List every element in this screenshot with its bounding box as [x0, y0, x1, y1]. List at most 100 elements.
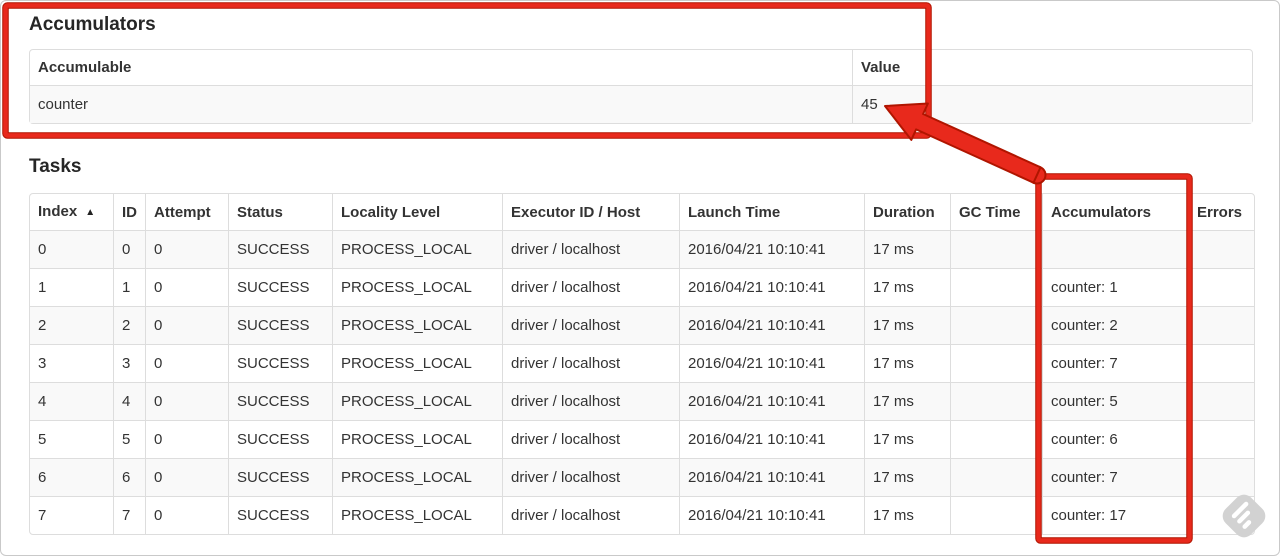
table-cell: counter: 7: [1042, 458, 1188, 496]
table-cell: 4: [113, 382, 145, 420]
table-cell: driver / localhost: [502, 458, 679, 496]
table-cell: PROCESS_LOCAL: [332, 382, 502, 420]
table-cell: [1188, 496, 1254, 534]
table-cell: PROCESS_LOCAL: [332, 230, 502, 268]
table-cell: 45: [852, 85, 1252, 123]
table-cell: 0: [145, 458, 228, 496]
table-cell: [950, 382, 1042, 420]
table-cell: PROCESS_LOCAL: [332, 420, 502, 458]
table-header-row: Accumulable Value: [30, 50, 1252, 85]
accumulators-table: Accumulable Value counter 45: [29, 49, 1253, 124]
table-cell: 0: [145, 230, 228, 268]
table-cell: 17 ms: [864, 268, 950, 306]
table-cell: PROCESS_LOCAL: [332, 344, 502, 382]
column-header-gc-time[interactable]: GC Time: [950, 194, 1042, 230]
table-cell: 6: [113, 458, 145, 496]
table-cell: 0: [145, 420, 228, 458]
table-cell: counter: 2: [1042, 306, 1188, 344]
table-cell: 3: [30, 344, 113, 382]
table-cell: PROCESS_LOCAL: [332, 268, 502, 306]
table-cell: counter: 17: [1042, 496, 1188, 534]
table-row: counter 45: [30, 85, 1252, 123]
table-cell: driver / localhost: [502, 382, 679, 420]
table-cell: 1: [113, 268, 145, 306]
table-cell: 5: [113, 420, 145, 458]
table-cell: [1188, 230, 1254, 268]
table-cell: [950, 420, 1042, 458]
table-cell: driver / localhost: [502, 306, 679, 344]
table-cell: PROCESS_LOCAL: [332, 496, 502, 534]
table-cell: [1188, 420, 1254, 458]
table-row: 1 1 0 SUCCESS PROCESS_LOCAL driver / localhos…: [30, 268, 1254, 306]
table-cell: driver / localhost: [502, 496, 679, 534]
table-row: 3 3 0 SUCCESS PROCESS_LOCAL driver / localhos…: [30, 344, 1254, 382]
column-header-duration[interactable]: Duration: [864, 194, 950, 230]
table-cell: 6: [30, 458, 113, 496]
page-content: Accumulators Accumulable Value counter 45 …: [1, 13, 1279, 535]
table-cell: counter: 1: [1042, 268, 1188, 306]
column-header-attempt[interactable]: Attempt: [145, 194, 228, 230]
table-row: 6 6 0 SUCCESS PROCESS_LOCAL driver / localhos…: [30, 458, 1254, 496]
table-cell: 0: [145, 268, 228, 306]
table-cell: 0: [30, 230, 113, 268]
table-row: 7 7 0 SUCCESS PROCESS_LOCAL driver / localhos…: [30, 496, 1254, 534]
table-cell: driver / localhost: [502, 268, 679, 306]
table-cell: SUCCESS: [228, 344, 332, 382]
column-header-value: Value: [852, 50, 1252, 85]
table-row: 4 4 0 SUCCESS PROCESS_LOCAL driver / localhos…: [30, 382, 1254, 420]
table-cell: 2: [113, 306, 145, 344]
table-cell: SUCCESS: [228, 420, 332, 458]
table-cell: 2016/04/21 10:10:41: [679, 344, 864, 382]
table-cell: SUCCESS: [228, 458, 332, 496]
table-cell: SUCCESS: [228, 230, 332, 268]
table-cell: SUCCESS: [228, 306, 332, 344]
spark-ui-stage-page: Accumulators Accumulable Value counter 45 …: [0, 0, 1280, 556]
table-cell: 2016/04/21 10:10:41: [679, 496, 864, 534]
table-cell: 0: [113, 230, 145, 268]
table-cell: PROCESS_LOCAL: [332, 458, 502, 496]
table-cell: [1188, 458, 1254, 496]
table-cell: [1042, 230, 1188, 268]
table-cell: 7: [113, 496, 145, 534]
table-cell: [950, 458, 1042, 496]
table-cell: SUCCESS: [228, 268, 332, 306]
table-cell: [1188, 382, 1254, 420]
table-cell: 2: [30, 306, 113, 344]
table-cell: SUCCESS: [228, 382, 332, 420]
table-cell: driver / localhost: [502, 230, 679, 268]
table-cell: [1188, 268, 1254, 306]
table-cell: 0: [145, 306, 228, 344]
table-cell: [1188, 306, 1254, 344]
table-cell: counter: 6: [1042, 420, 1188, 458]
table-cell: [950, 344, 1042, 382]
table-cell: 17 ms: [864, 420, 950, 458]
column-header-accumulable: Accumulable: [38, 59, 132, 76]
table-cell: 2016/04/21 10:10:41: [679, 458, 864, 496]
table-cell: SUCCESS: [228, 496, 332, 534]
column-header-executor-id-host[interactable]: Executor ID / Host: [502, 194, 679, 230]
table-cell: 0: [145, 344, 228, 382]
table-cell: [950, 230, 1042, 268]
column-header-locality-level[interactable]: Locality Level: [332, 194, 502, 230]
table-cell: 1: [30, 268, 113, 306]
column-header-id[interactable]: ID: [113, 194, 145, 230]
table-cell: 2016/04/21 10:10:41: [679, 268, 864, 306]
column-header-index[interactable]: Index ▲: [30, 194, 113, 230]
table-row: 5 5 0 SUCCESS PROCESS_LOCAL driver / localhos…: [30, 420, 1254, 458]
column-header-accumulators[interactable]: Accumulators: [1042, 194, 1188, 230]
table-cell: 2016/04/21 10:10:41: [679, 420, 864, 458]
table-cell: 4: [30, 382, 113, 420]
table-cell: driver / localhost: [502, 420, 679, 458]
accumulators-heading: Accumulators: [29, 14, 156, 35]
table-cell: 0: [145, 496, 228, 534]
accumulators-table-body: counter 45: [30, 85, 1252, 123]
column-header-errors[interactable]: Errors: [1188, 194, 1254, 230]
column-header-status[interactable]: Status: [228, 194, 332, 230]
table-cell: counter: 7: [1042, 344, 1188, 382]
table-cell: driver / localhost: [502, 344, 679, 382]
column-header-launch-time[interactable]: Launch Time: [679, 194, 864, 230]
table-cell: 17 ms: [864, 382, 950, 420]
table-cell: 2016/04/21 10:10:41: [679, 306, 864, 344]
sort-ascending-icon: ▲: [85, 207, 96, 218]
table-cell: 2016/04/21 10:10:41: [679, 230, 864, 268]
